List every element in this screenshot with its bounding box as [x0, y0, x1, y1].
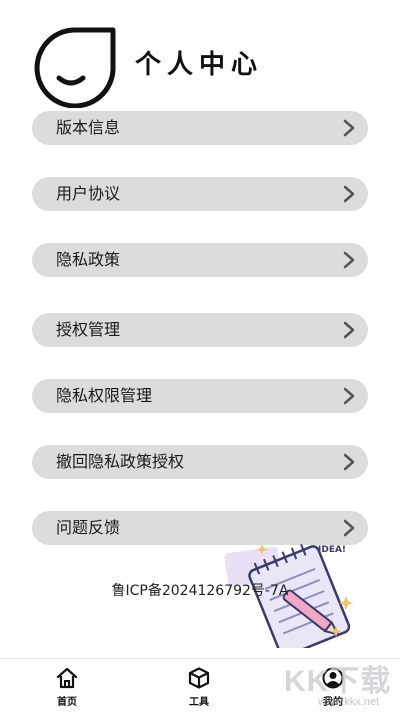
chevron-right-icon — [343, 519, 355, 537]
menu-item-label: 版本信息 — [56, 118, 121, 137]
menu-item-label: 用户协议 — [56, 184, 121, 203]
chevron-right-icon — [343, 251, 355, 269]
menu-item-label: 隐私权限管理 — [56, 386, 153, 405]
tab-tools[interactable]: 工具 — [169, 667, 229, 708]
app-logo — [34, 27, 116, 108]
menu-item-revoke-privacy-authorization[interactable]: 撤回隐私政策授权 — [32, 445, 368, 479]
user-icon — [322, 667, 344, 689]
cube-icon — [188, 667, 210, 689]
tab-home[interactable]: 首页 — [37, 667, 97, 708]
menu-item-label: 授权管理 — [56, 320, 121, 339]
tab-profile[interactable]: 我的 — [303, 667, 363, 708]
tab-label: 首页 — [57, 697, 77, 708]
menu-item-privacy-policy[interactable]: 隐私政策 — [32, 243, 368, 277]
menu-item-label: 隐私政策 — [56, 250, 121, 269]
menu-item-label: 撤回隐私政策授权 — [56, 452, 185, 471]
chevron-right-icon — [343, 321, 355, 339]
menu-item-authorization-management[interactable]: 授权管理 — [32, 313, 368, 347]
menu-item-user-agreement[interactable]: 用户协议 — [32, 177, 368, 211]
page-title: 个人中心 — [135, 50, 264, 80]
menu-item-version-info[interactable]: 版本信息 — [32, 111, 368, 145]
menu-item-privacy-permission-management[interactable]: 隐私权限管理 — [32, 379, 368, 413]
chevron-right-icon — [343, 387, 355, 405]
chevron-right-icon — [343, 453, 355, 471]
home-icon — [56, 667, 78, 689]
icp-license: 鲁ICP备2024126792号-7A — [111, 583, 289, 599]
chevron-right-icon — [343, 185, 355, 203]
tab-label: 我的 — [323, 697, 343, 708]
bottom-tab-bar: 首页 工具 我的 — [0, 658, 400, 713]
chevron-right-icon — [343, 119, 355, 137]
tab-label: 工具 — [189, 697, 209, 708]
illustration-text: IDEA! — [318, 545, 346, 555]
menu-item-label: 问题反馈 — [56, 518, 121, 537]
